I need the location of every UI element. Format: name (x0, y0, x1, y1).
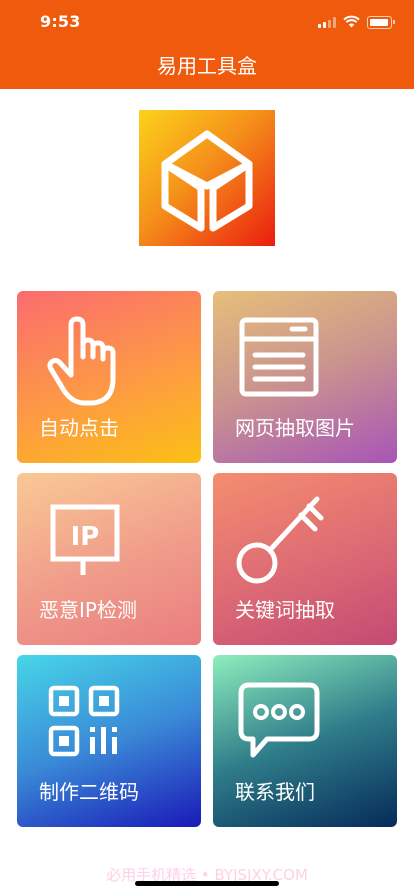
tile-label: 网页抽取图片 (235, 416, 355, 440)
tile-label: 关键词抽取 (235, 598, 335, 622)
page-title: 易用工具盒 (157, 54, 257, 78)
tile-webpage-images[interactable]: 网页抽取图片 (213, 291, 397, 463)
status-bar: 9:53 (0, 0, 414, 44)
tile-keyword-extract[interactable]: 关键词抽取 (213, 473, 397, 645)
key-icon (236, 496, 324, 584)
cube-icon (161, 130, 253, 232)
svg-text:IP: IP (71, 522, 100, 552)
ip-sign-icon: IP (50, 504, 120, 575)
qr-code-icon (48, 685, 120, 757)
tile-label: 制作二维码 (39, 780, 139, 804)
home-indicator[interactable] (135, 881, 279, 886)
chat-bubble-icon (238, 682, 320, 758)
wifi-icon (343, 15, 360, 28)
status-time: 9:53 (40, 12, 81, 31)
cellular-signal-icon (318, 17, 336, 28)
tile-contact-us[interactable]: 联系我们 (213, 655, 397, 827)
battery-icon (367, 16, 395, 29)
tile-label: 自动点击 (39, 416, 119, 440)
tile-label: 联系我们 (235, 780, 315, 804)
pointer-hand-icon (47, 316, 116, 406)
app-logo (139, 110, 275, 246)
tile-auto-click[interactable]: 自动点击 (17, 291, 201, 463)
app-header: 9:53 易用工具盒 (0, 0, 414, 89)
tile-malicious-ip-check[interactable]: IP 恶意IP检测 (17, 473, 201, 645)
webpage-icon (239, 317, 319, 397)
tile-label: 恶意IP检测 (39, 598, 137, 622)
tile-make-qr-code[interactable]: 制作二维码 (17, 655, 201, 827)
